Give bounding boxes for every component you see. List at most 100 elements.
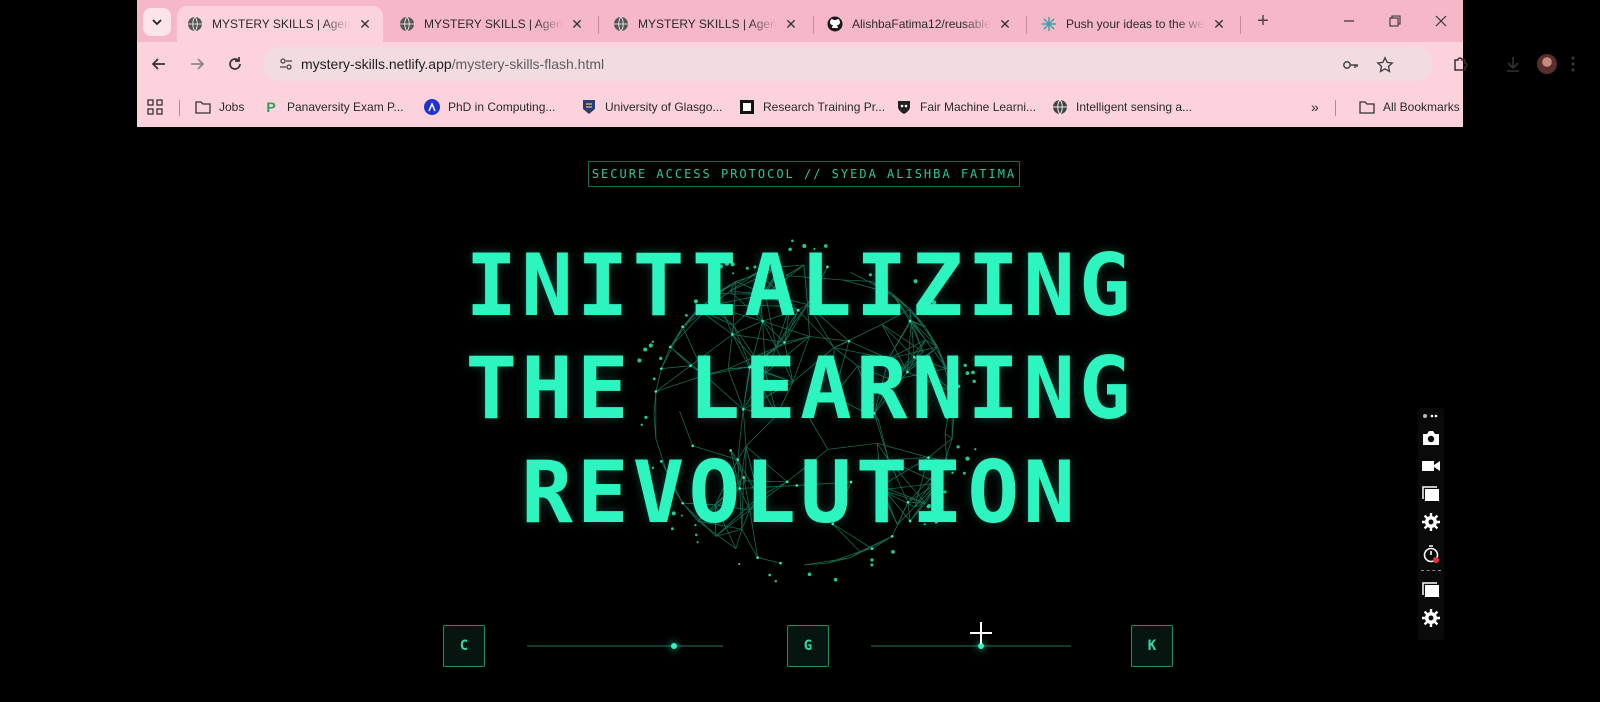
globe-particle xyxy=(807,572,812,577)
folder-icon xyxy=(195,99,211,115)
bookmarks-separator xyxy=(179,100,180,116)
globe-icon xyxy=(399,16,415,32)
tab-mystery-skills-3[interactable]: MYSTERY SKILLS | Agentic ✕ xyxy=(603,6,809,42)
tab-mystery-skills-1[interactable]: MYSTERY SKILLS | Agentic ✕ xyxy=(177,6,383,42)
video-camera-icon xyxy=(1422,461,1440,471)
more-vert-icon xyxy=(1571,56,1575,72)
bookmark-research[interactable]: Research Training Pr... xyxy=(739,97,885,117)
all-bookmarks-button[interactable]: All Bookmarks xyxy=(1359,97,1460,117)
bookmarks-separator xyxy=(1335,100,1336,116)
globe-particle xyxy=(833,577,838,582)
bookmark-label: University of Glasgo... xyxy=(605,100,723,114)
site-info-icon[interactable] xyxy=(271,56,301,72)
all-bookmarks-label: All Bookmarks xyxy=(1383,100,1460,114)
bookmark-jobs[interactable]: Jobs xyxy=(195,97,244,117)
globe-link xyxy=(827,551,861,564)
toolbar: mystery-skills.netlify.app/mystery-skill… xyxy=(137,42,1575,86)
window-capture-button-2[interactable] xyxy=(1421,580,1441,600)
recorder-menu-button[interactable] xyxy=(1421,410,1441,422)
globe-particle xyxy=(774,580,778,583)
close-window-button[interactable] xyxy=(1421,8,1461,34)
progress-track-1 xyxy=(527,645,723,647)
profile-button[interactable] xyxy=(1533,50,1561,78)
tab-netlify[interactable]: Push your ideas to the web ✕ xyxy=(1031,6,1237,42)
new-tab-button[interactable]: + xyxy=(1251,10,1275,34)
tab-strip: MYSTERY SKILLS | Agentic ✕ MYSTERY SKILL… xyxy=(137,0,1463,42)
window-stack-icon xyxy=(1422,582,1439,597)
globe-particle xyxy=(891,550,895,554)
bookmarks-overflow-button[interactable]: » xyxy=(1311,97,1319,117)
bookmark-fair-ml[interactable]: Fair Machine Learni... xyxy=(896,97,1036,117)
tab-title: MYSTERY SKILLS | Agentic xyxy=(638,17,777,31)
globe-link xyxy=(757,557,781,564)
crosshair-cursor-icon xyxy=(970,622,992,644)
globe-link xyxy=(803,557,851,566)
close-icon[interactable]: ✕ xyxy=(997,16,1013,33)
globe-node xyxy=(870,547,874,550)
apps-grid-icon xyxy=(147,99,163,115)
globe-particle xyxy=(768,573,772,577)
bookmark-glasgow[interactable]: University of Glasgo... xyxy=(581,97,722,117)
forward-button[interactable] xyxy=(183,50,211,78)
bookmark-label: PhD in Computing... xyxy=(448,100,556,114)
key-g[interactable]: G xyxy=(787,625,829,667)
tab-search-button[interactable] xyxy=(143,8,171,36)
globe-particle xyxy=(738,563,741,566)
globe-particle xyxy=(870,563,874,567)
globe-node xyxy=(779,561,782,565)
record-video-button[interactable] xyxy=(1421,456,1441,476)
recorder-settings-button-2[interactable] xyxy=(1421,608,1441,628)
screenshot-button[interactable] xyxy=(1421,428,1441,448)
recorder-divider xyxy=(1421,570,1441,571)
address-bar[interactable]: mystery-skills.netlify.app/mystery-skill… xyxy=(263,47,1433,81)
github-icon xyxy=(827,16,843,32)
arrow-left-icon xyxy=(151,58,165,70)
tab-separator xyxy=(1240,16,1241,34)
bookmark-label: Research Training Pr... xyxy=(763,100,886,114)
close-icon[interactable]: ✕ xyxy=(783,16,799,33)
bookmark-label: Intelligent sensing a... xyxy=(1076,100,1193,114)
tab-title: MYSTERY SKILLS | Agentic xyxy=(212,17,351,31)
bookmark-label: Fair Machine Learni... xyxy=(920,100,1037,114)
restore-button[interactable] xyxy=(1375,8,1415,34)
globe-icon xyxy=(613,16,629,32)
window-capture-button[interactable] xyxy=(1421,484,1441,504)
bookmark-intelligent-sensing[interactable]: Intelligent sensing a... xyxy=(1052,97,1192,117)
recorder-settings-button[interactable] xyxy=(1421,512,1441,532)
bookmark-panaversity[interactable]: P Panaversity Exam P... xyxy=(263,97,403,117)
research-icon xyxy=(739,99,755,115)
menu-button[interactable] xyxy=(1565,50,1581,78)
folder-icon xyxy=(1359,99,1375,115)
bookmark-phd[interactable]: PhD in Computing... xyxy=(424,97,555,117)
avatar xyxy=(1537,54,1557,74)
timer-button[interactable] xyxy=(1421,544,1441,564)
url-path: /mystery-skills-flash.html xyxy=(451,56,605,72)
tab-github[interactable]: AlishbaFatima12/reusable ✕ xyxy=(817,6,1023,42)
key-k[interactable]: K xyxy=(1131,625,1173,667)
panaversity-icon: P xyxy=(266,99,276,115)
close-icon[interactable]: ✕ xyxy=(1211,16,1227,33)
close-icon[interactable]: ✕ xyxy=(569,16,585,33)
arrow-right-icon xyxy=(191,58,205,70)
progress-dot-1 xyxy=(671,643,677,649)
netlify-icon xyxy=(1041,16,1057,32)
timer-off-icon xyxy=(1423,545,1439,563)
headline-line-2: THE LEARNING xyxy=(465,339,1135,439)
window-stack-icon xyxy=(1422,486,1439,501)
back-button[interactable] xyxy=(145,50,173,78)
tab-title: Push your ideas to the web xyxy=(1066,17,1205,31)
reload-icon xyxy=(229,57,241,70)
reload-button[interactable] xyxy=(221,50,249,78)
apps-button[interactable] xyxy=(147,97,163,117)
minimize-button[interactable] xyxy=(1329,8,1369,34)
bookmark-label: Jobs xyxy=(219,100,245,114)
key-icon[interactable] xyxy=(1341,55,1361,75)
star-icon[interactable] xyxy=(1375,55,1395,75)
tab-separator xyxy=(813,16,814,34)
downloads-button[interactable] xyxy=(1499,50,1527,78)
restore-icon xyxy=(1389,15,1401,27)
key-c[interactable]: C xyxy=(443,625,485,667)
close-icon[interactable]: ✕ xyxy=(357,16,373,33)
tab-mystery-skills-2[interactable]: MYSTERY SKILLS | Agentic ✕ xyxy=(389,6,595,42)
extensions-button[interactable] xyxy=(1447,50,1475,78)
